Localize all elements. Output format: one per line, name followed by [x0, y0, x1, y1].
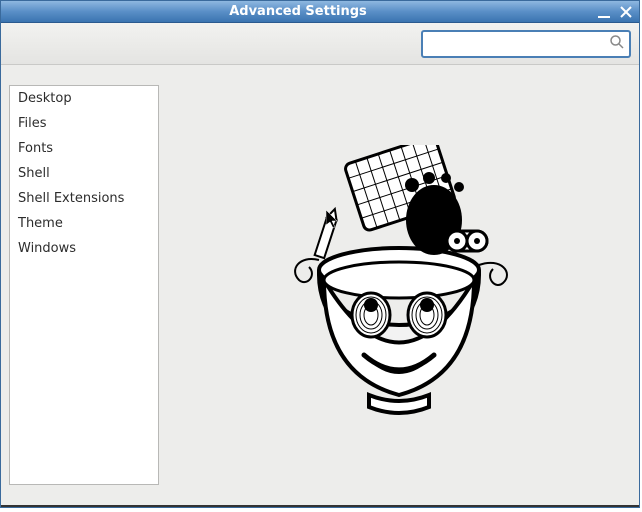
body-area: Desktop Files Fonts Shell Shell Extensio…: [1, 65, 639, 505]
app-window: Advanced Settings Desktop Files Fonts Sh…: [0, 0, 640, 508]
close-button[interactable]: [617, 3, 635, 21]
sidebar-item-label: Shell Extensions: [18, 191, 124, 206]
sidebar-item-label: Windows: [18, 241, 76, 256]
sidebar-item-windows[interactable]: Windows: [10, 236, 158, 261]
search-wrap: [421, 30, 631, 58]
cursor-icon: [326, 210, 340, 234]
toolbar: [1, 23, 639, 65]
gnome-tweak-mascot-icon: [269, 145, 529, 425]
minimize-button[interactable]: [595, 3, 613, 21]
sidebar-item-shell[interactable]: Shell: [10, 161, 158, 186]
sidebar-item-label: Theme: [18, 216, 63, 231]
minimize-icon: [597, 5, 611, 19]
sidebar-item-desktop[interactable]: Desktop: [10, 86, 158, 111]
sidebar-item-fonts[interactable]: Fonts: [10, 136, 158, 161]
sidebar-item-shell-extensions[interactable]: Shell Extensions: [10, 186, 158, 211]
search-input[interactable]: [421, 30, 631, 58]
sidebar-item-label: Files: [18, 116, 47, 131]
sidebar: Desktop Files Fonts Shell Shell Extensio…: [9, 85, 159, 485]
sidebar-item-label: Fonts: [18, 141, 53, 156]
bottom-border: [1, 505, 639, 507]
sidebar-item-label: Shell: [18, 166, 50, 181]
sidebar-item-label: Desktop: [18, 91, 72, 106]
main-pane: [159, 65, 639, 505]
sidebar-item-theme[interactable]: Theme: [10, 211, 158, 236]
titlebar: Advanced Settings: [1, 1, 639, 23]
close-icon: [619, 5, 633, 19]
window-controls: [595, 3, 639, 21]
sidebar-item-files[interactable]: Files: [10, 111, 158, 136]
window-title: Advanced Settings: [1, 4, 595, 19]
